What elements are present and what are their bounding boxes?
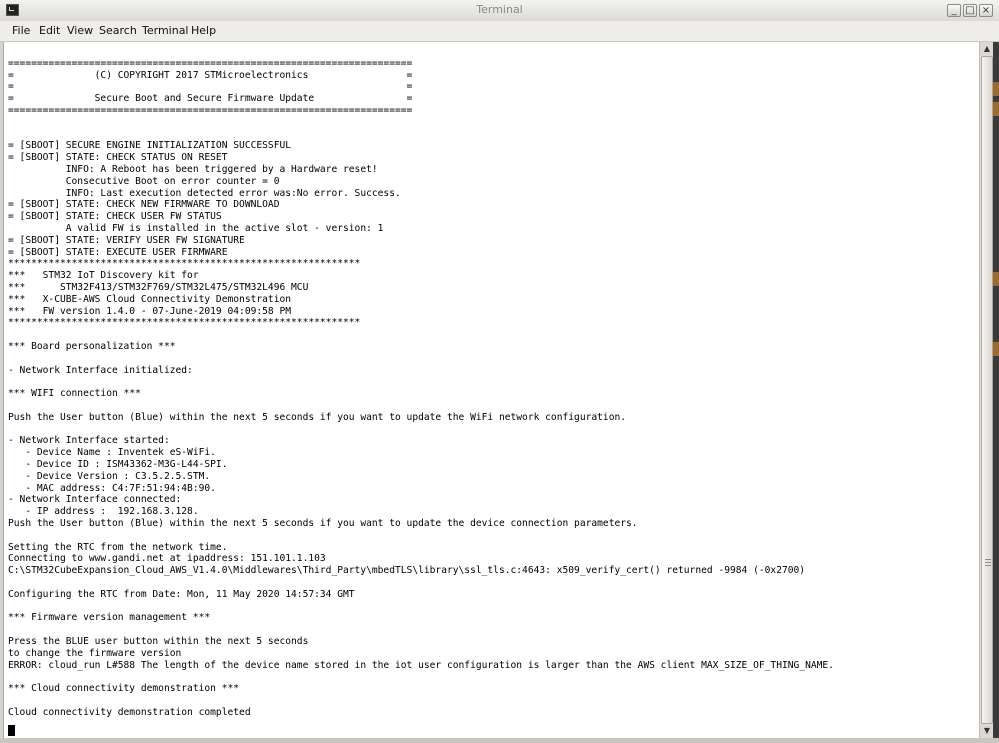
terminal-line: Configuring the RTC from Date: Mon, 11 M… <box>8 588 355 600</box>
scroll-up-icon[interactable]: ▲ <box>980 42 994 56</box>
terminal-line: Push the User button (Blue) within the n… <box>8 518 638 529</box>
terminal-line: *** STM32F413/STM32F769/STM32L475/STM32L… <box>8 282 309 293</box>
terminal-line: - MAC address: C4:7F:51:94:4B:90. <box>8 482 216 494</box>
terminal-line: ========================================… <box>8 105 413 116</box>
minimize-button[interactable]: _ <box>947 4 961 17</box>
maximize-button[interactable]: □ <box>963 4 977 17</box>
terminal-line: Press the BLUE user button within the ne… <box>8 636 309 647</box>
terminal-line: - Network Interface started: <box>8 435 170 447</box>
terminal-line: - Device Name : Inventek eS-WiFi. <box>8 447 216 459</box>
terminal-line: Push the User button (Blue) within the n… <box>8 411 627 423</box>
terminal-line: = [SBOOT] SECURE ENGINE INITIALIZATION S… <box>8 140 292 152</box>
terminal-line: *** X-CUBE-AWS Cloud Connectivity Demons… <box>8 293 292 305</box>
terminal-line: to change the firmware version <box>8 647 182 659</box>
vertical-scrollbar[interactable]: ▲ ▼ <box>979 42 994 738</box>
terminal-line: *** FW version 1.4.0 - 07-June-2019 04:0… <box>8 305 292 317</box>
terminal-line: = [SBOOT] STATE: CHECK STATUS ON RESET <box>8 152 228 164</box>
menu-edit[interactable]: Edit <box>39 24 60 37</box>
terminal-line: A valid FW is installed in the active sl… <box>8 223 384 234</box>
close-button[interactable]: × <box>979 4 993 17</box>
menu-terminal[interactable]: Terminal <box>142 24 189 37</box>
terminal-line: = = <box>8 81 413 93</box>
terminal-line: INFO: A Reboot has been triggered by a H… <box>8 164 378 175</box>
terminal-line: = [SBOOT] STATE: EXECUTE USER FIRMWARE <box>8 246 228 258</box>
title-bar[interactable]: Terminal _ □ × <box>0 0 999 22</box>
menu-file[interactable]: File <box>12 24 30 37</box>
terminal-line: - Device ID : ISM43362-M3G-L44-SPI. <box>8 459 228 470</box>
terminal-line: - Network Interface connected: <box>8 494 182 506</box>
terminal-line: *** WIFI connection *** <box>8 388 141 400</box>
terminal-line: *** Firmware version management *** <box>8 612 211 624</box>
menu-help[interactable]: Help <box>191 24 216 37</box>
window-title: Terminal <box>476 3 523 16</box>
menu-search[interactable]: Search <box>99 24 137 37</box>
terminal-line: = (C) COPYRIGHT 2017 STMicroelectronics … <box>8 69 413 81</box>
window-bottom-edge <box>0 738 999 743</box>
terminal-line: ========================================… <box>8 57 413 69</box>
terminal-line: - Device Version : C3.5.2.5.STM. <box>8 470 211 482</box>
terminal-line: *** STM32 IoT Discovery kit for <box>8 270 199 282</box>
terminal-line: Setting the RTC from the network time. <box>8 541 228 553</box>
terminal-line: Cloud connectivity demonstration complet… <box>8 706 251 718</box>
scroll-down-icon[interactable]: ▼ <box>980 724 994 738</box>
terminal-line: Consecutive Boot on error counter = 0 <box>8 175 280 187</box>
text-cursor <box>8 725 15 736</box>
terminal-line: ****************************************… <box>8 258 361 270</box>
terminal-line: = [SBOOT] STATE: CHECK NEW FIRMWARE TO D… <box>8 199 280 211</box>
menu-view[interactable]: View <box>67 24 93 37</box>
terminal-line: Connecting to www.gandi.net at ipaddress… <box>8 553 326 565</box>
terminal-line: = [SBOOT] STATE: CHECK USER FW STATUS <box>8 211 222 223</box>
terminal-line: *** Cloud connectivity demonstration *** <box>8 683 240 695</box>
scrollbar-thumb[interactable] <box>981 56 993 724</box>
terminal-line: INFO: Last execution detected error was:… <box>8 187 401 199</box>
menu-bar: File Edit View Search Terminal Help <box>0 21 999 42</box>
terminal-line: - IP address : 192.168.3.128. <box>8 506 199 518</box>
terminal-line: ****************************************… <box>8 317 361 329</box>
background-window-edge <box>993 42 999 743</box>
terminal-output[interactable]: ========================================… <box>3 42 980 738</box>
terminal-line: - Network Interface initialized: <box>8 364 193 376</box>
terminal-line: = [SBOOT] STATE: VERIFY USER FW SIGNATUR… <box>8 234 245 246</box>
terminal-line: *** Board personalization *** <box>8 341 176 352</box>
terminal-line: ERROR: cloud_run L#588 The length of the… <box>8 659 834 671</box>
terminal-line: C:\STM32CubeExpansion_Cloud_AWS_V1.4.0\M… <box>8 565 806 577</box>
terminal-line: = Secure Boot and Secure Firmware Update… <box>8 93 413 105</box>
